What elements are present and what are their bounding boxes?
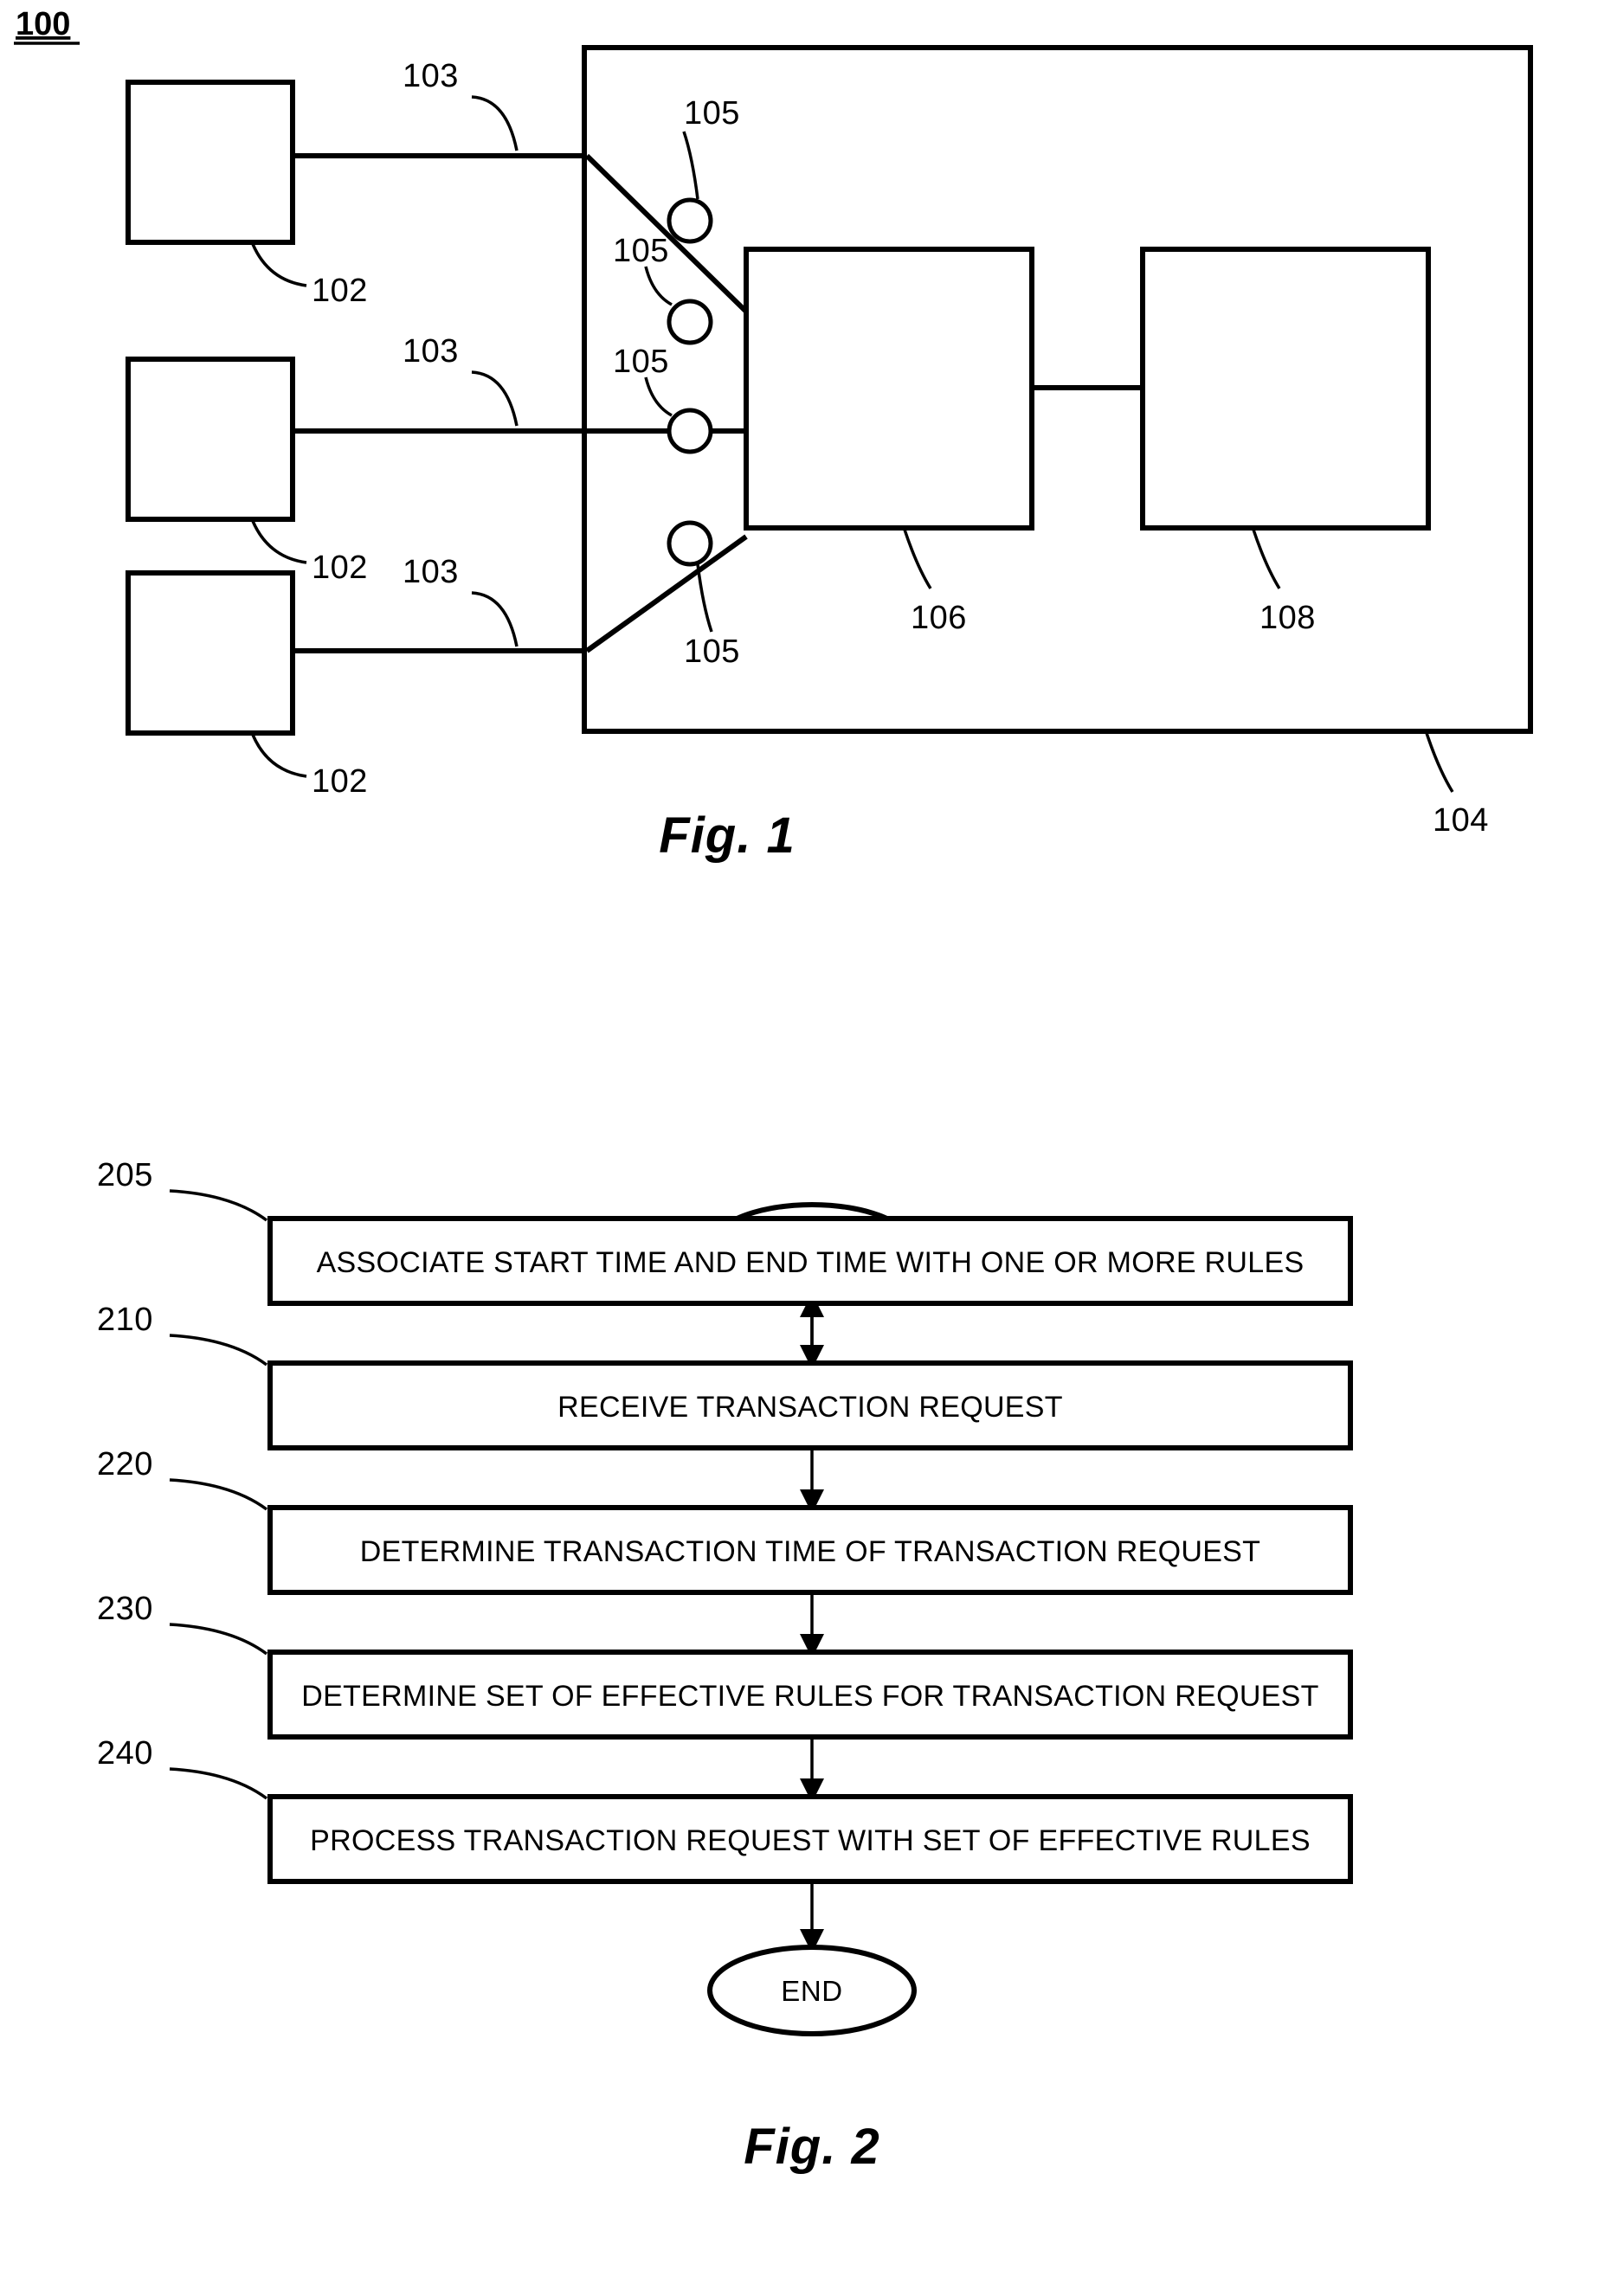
interface-circle-2 [667,299,713,345]
leader-103-3 [471,591,519,647]
client-box-1 [126,80,295,245]
client-box-2 [126,357,295,522]
ref-label-240: 240 [97,1735,153,1772]
leader-210 [169,1334,268,1367]
figure-2: START ASSOCIATE START TIME AND END TIME … [97,1157,1353,2175]
ref-label-220: 220 [97,1446,153,1482]
ref-label-103-1: 103 [403,58,459,94]
figure-1: 100 103 103 103 102 102 102 105 105 105 … [14,6,1533,864]
interface-circle-3 [667,408,713,454]
ref-label-205: 205 [97,1157,153,1193]
client-box-3 [126,570,295,736]
rules-store-box [1140,247,1431,531]
ref-label-105-1: 105 [684,95,740,132]
ref-label-108: 108 [1259,600,1316,636]
ref-label-106: 106 [911,600,967,636]
leader-205 [169,1189,268,1222]
leader-102-3 [251,734,307,778]
ref-label-210: 210 [97,1302,153,1338]
step-text-205: ASSOCIATE START TIME AND END TIME WITH O… [317,1246,1305,1279]
leader-102-2 [251,520,307,564]
leader-103-1 [471,95,519,151]
step-text-210: RECEIVE TRANSACTION REQUEST [557,1391,1063,1424]
step-text-230: DETERMINE SET OF EFFECTIVE RULES FOR TRA… [301,1680,1318,1713]
ref-label-102-3: 102 [312,763,368,800]
leader-220 [169,1478,268,1511]
leader-240 [169,1767,268,1800]
ref-label-105-4: 105 [684,633,740,670]
figure-2-caption: Fig. 2 [744,2119,879,2175]
ref-label-102-2: 102 [312,550,368,586]
leader-230 [169,1623,268,1656]
interface-circle-1 [667,197,713,244]
end-label: END [781,1975,842,2007]
ref-label-102-1: 102 [312,273,368,309]
ref-label-105-3: 105 [613,344,669,380]
system-ref-100: 100 [16,6,70,42]
ref-label-104: 104 [1433,802,1489,839]
ref-label-230: 230 [97,1591,153,1627]
ref-label-103-2: 103 [403,333,459,370]
ref-label-105-2: 105 [613,233,669,269]
step-text-240: PROCESS TRANSACTION REQUEST WITH SET OF … [310,1824,1311,1857]
leader-102-1 [251,243,307,287]
processing-module-box [744,247,1034,531]
step-text-220: DETERMINE TRANSACTION TIME OF TRANSACTIO… [360,1535,1260,1568]
leader-103-2 [471,370,519,427]
interface-circle-4 [667,520,713,567]
drawing-sheet: 100 103 103 103 102 102 102 105 105 105 … [0,0,1617,2296]
leader-104 [1425,732,1454,793]
figure-1-caption: Fig. 1 [659,807,795,864]
ref-label-103-3: 103 [403,554,459,590]
